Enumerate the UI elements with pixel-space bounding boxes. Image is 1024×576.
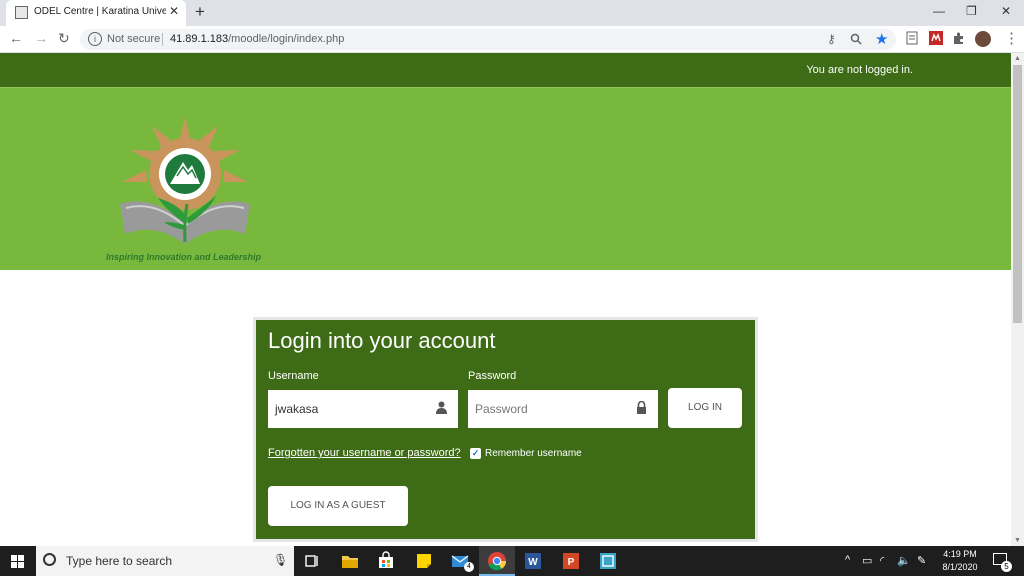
- login-title: Login into your account: [268, 328, 496, 353]
- remember-username-checkbox[interactable]: ✓: [470, 448, 481, 459]
- university-logo: [120, 117, 250, 244]
- guest-login-button[interactable]: LOG IN AS A GUEST: [268, 486, 408, 526]
- page-favicon-icon: [15, 6, 28, 19]
- username-input[interactable]: jwakasa: [268, 390, 458, 428]
- file-explorer-icon[interactable]: [340, 551, 360, 571]
- security-status[interactable]: Not secure: [107, 33, 160, 45]
- info-icon[interactable]: i: [88, 32, 102, 46]
- forward-icon[interactable]: →: [34, 30, 48, 46]
- taskbar-search[interactable]: Type here to search 🎙: [36, 546, 294, 576]
- device-icon[interactable]: ▭: [862, 554, 872, 567]
- profile-avatar[interactable]: [975, 31, 991, 47]
- clock-time: 4:19 PM: [943, 549, 977, 559]
- top-navbar: You are not logged in.: [0, 53, 1011, 88]
- word-icon[interactable]: W: [523, 551, 543, 571]
- login-status-text: You are not logged in.: [806, 64, 913, 76]
- username-label: Username: [268, 370, 319, 382]
- microphone-icon[interactable]: 🎙: [273, 553, 288, 567]
- windows-taskbar: Type here to search 🎙 4 W P ^ ▭ ◜ 🔈 ✎ 4:…: [0, 546, 1024, 576]
- app-icon[interactable]: [598, 551, 618, 571]
- chrome-icon: [488, 552, 506, 571]
- logo-tagline: Inspiring Innovation and Leadership: [106, 252, 262, 262]
- zoom-icon[interactable]: [850, 33, 862, 45]
- menu-icon[interactable]: ⋮: [1004, 29, 1019, 47]
- tab-title: ODEL Centre | Karatina University: [34, 6, 166, 17]
- user-icon: [436, 401, 447, 414]
- address-bar[interactable]: i Not secure 41.89.1.183/moodle/login/in…: [80, 29, 896, 50]
- back-icon[interactable]: ←: [9, 30, 23, 46]
- extension-icon[interactable]: [929, 31, 943, 45]
- page-scrollbar[interactable]: ▲ ▼: [1011, 53, 1024, 546]
- address-separator: [162, 33, 163, 46]
- cortana-icon: [43, 553, 56, 566]
- store-icon[interactable]: [376, 551, 396, 571]
- sticky-notes-icon[interactable]: [414, 551, 434, 571]
- notification-count-badge: 5: [1001, 561, 1012, 572]
- new-tab-button[interactable]: +: [195, 2, 205, 22]
- password-input[interactable]: Password: [468, 390, 658, 428]
- url-host: 41.89.1.183: [170, 33, 229, 45]
- url-text[interactable]: 41.89.1.183/moodle/login/index.php: [170, 33, 344, 45]
- close-window-icon[interactable]: ✕: [1001, 4, 1011, 18]
- bookmark-star-icon[interactable]: ★: [875, 30, 888, 48]
- login-card: Login into your account Username jwakasa…: [253, 317, 758, 542]
- scroll-down-icon[interactable]: ▼: [1014, 537, 1021, 544]
- windows-start-icon[interactable]: [11, 555, 24, 568]
- browser-toolbar: ← → ↻ i Not secure 41.89.1.183/moodle/lo…: [0, 26, 1024, 53]
- mail-badge: 4: [464, 562, 474, 572]
- reload-icon[interactable]: ↻: [58, 30, 70, 47]
- remember-username-label[interactable]: Remember username: [485, 448, 582, 459]
- puzzle-icon[interactable]: [952, 31, 966, 45]
- url-path: /moodle/login/index.php: [228, 33, 345, 45]
- browser-tab[interactable]: ODEL Centre | Karatina University ✕: [6, 0, 186, 26]
- lock-icon: [637, 401, 646, 414]
- password-placeholder: Password: [475, 402, 528, 416]
- chrome-taskbar-button[interactable]: [479, 546, 515, 576]
- username-value: jwakasa: [275, 402, 319, 416]
- restore-icon[interactable]: ❐: [966, 4, 977, 18]
- browser-tab-strip: ODEL Centre | Karatina University ✕ + — …: [0, 0, 1024, 26]
- network-icon[interactable]: ◜: [880, 554, 884, 567]
- pen-icon[interactable]: ✎: [917, 554, 926, 567]
- password-label: Password: [468, 370, 517, 382]
- taskbar-clock[interactable]: 4:19 PM 8/1/2020: [938, 548, 982, 574]
- scroll-up-icon[interactable]: ▲: [1014, 55, 1021, 62]
- volume-icon[interactable]: 🔈: [897, 554, 911, 567]
- svg-text:W: W: [528, 557, 538, 568]
- key-icon[interactable]: ⚷: [827, 32, 836, 46]
- forgot-password-link[interactable]: Forgotten your username or password?: [268, 447, 461, 459]
- scroll-thumb[interactable]: [1013, 65, 1022, 323]
- taskbar-search-placeholder: Type here to search: [66, 554, 173, 568]
- login-button[interactable]: LOG IN: [668, 388, 742, 428]
- show-hidden-icons-icon[interactable]: ^: [845, 554, 850, 566]
- reading-list-icon[interactable]: [905, 31, 919, 45]
- close-tab-icon[interactable]: ✕: [169, 4, 179, 18]
- clock-date: 8/1/2020: [942, 562, 978, 572]
- powerpoint-icon[interactable]: P: [561, 551, 581, 571]
- svg-text:P: P: [568, 557, 575, 568]
- task-view-icon[interactable]: [302, 551, 322, 571]
- minimize-icon[interactable]: —: [933, 4, 945, 18]
